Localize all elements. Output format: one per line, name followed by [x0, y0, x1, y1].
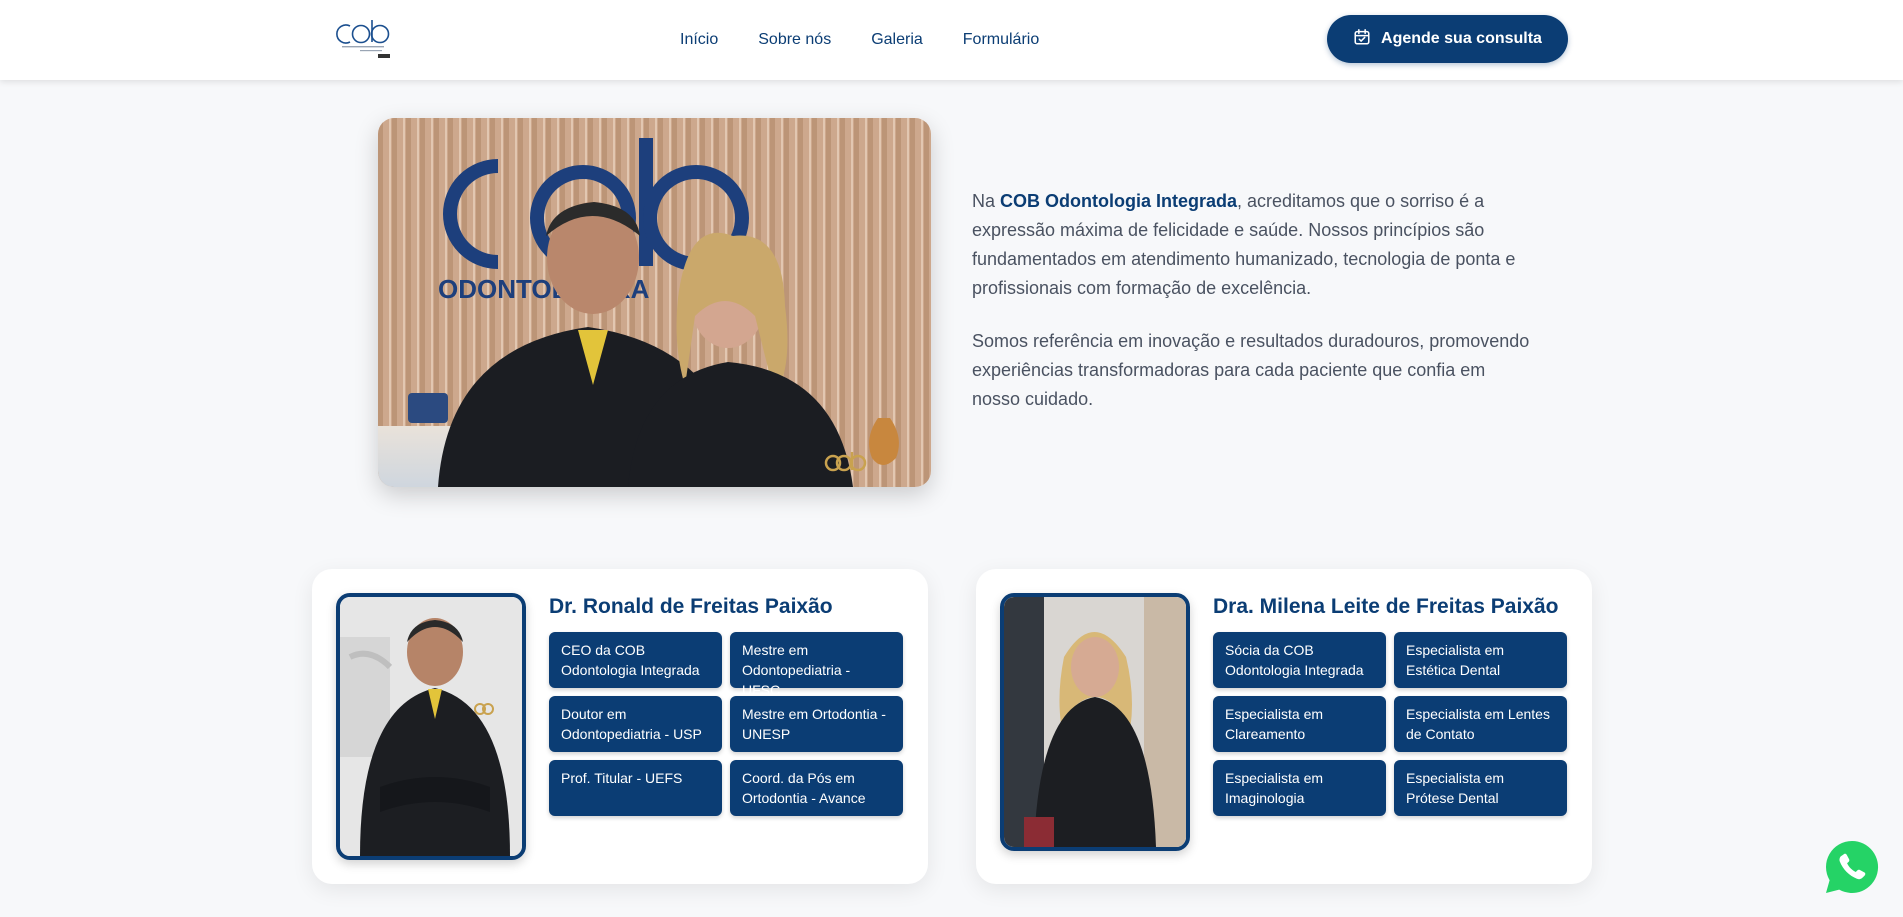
credential-tag: Prof. Titular - UEFS: [549, 760, 722, 816]
nav-galeria[interactable]: Galeria: [871, 31, 923, 49]
whatsapp-button[interactable]: [1823, 838, 1881, 896]
credential-tag: Mestre em Odontopediatria - UFSC: [730, 632, 903, 698]
credential-tag: Sócia da COB Odontologia Integrada: [1213, 632, 1386, 688]
schedule-button-label: Agende sua consulta: [1381, 30, 1542, 47]
whatsapp-icon: [1823, 840, 1881, 900]
credential-tag: Especialista em Prótese Dental: [1394, 760, 1567, 816]
about-intro: Na COB Odontologia Integrada, acreditamo…: [972, 187, 1532, 414]
cob-logo[interactable]: [334, 16, 396, 62]
credential-tag: Especialista em Imaginologia: [1213, 760, 1386, 816]
ronald-credentials: CEO da COB Odontologia Integrada Mestre …: [549, 632, 903, 816]
nav-inicio[interactable]: Início: [680, 31, 718, 49]
calendar-icon: [1353, 28, 1371, 51]
profile-card-ronald: Dr. Ronald de Freitas Paixão CEO da COB …: [312, 569, 928, 884]
site-header: Início Sobre nós Galeria Formulário Agen…: [0, 0, 1903, 80]
about-paragraph-1: Na COB Odontologia Integrada, acreditamo…: [972, 187, 1532, 303]
main-nav: Início Sobre nós Galeria Formulário: [680, 0, 1039, 80]
about-p1-prefix: Na: [972, 191, 1001, 211]
credential-tag: Especialista em Estética Dental: [1394, 632, 1567, 688]
nav-sobre-nos[interactable]: Sobre nós: [758, 31, 831, 49]
ronald-name: Dr. Ronald de Freitas Paixão: [549, 595, 833, 618]
profile-card-milena: Dra. Milena Leite de Freitas Paixão Sóci…: [976, 569, 1592, 884]
nav-formulario[interactable]: Formulário: [963, 31, 1039, 49]
credential-tag: Coord. da Pós em Ortodontia - Avance: [730, 760, 903, 816]
team-photo: ODONTOL EGRA: [378, 118, 931, 487]
milena-name: Dra. Milena Leite de Freitas Paixão: [1213, 595, 1559, 618]
credential-tag: Doutor em Odontopediatria - USP: [549, 696, 722, 752]
ronald-portrait: [336, 593, 526, 860]
schedule-appointment-button[interactable]: Agende sua consulta: [1327, 15, 1568, 63]
credential-tag: Especialista em Lentes de Contato: [1394, 696, 1567, 752]
credential-tag: Especialista em Clareamento: [1213, 696, 1386, 752]
credential-tag: Mestre em Ortodontia - UNESP: [730, 696, 903, 752]
credential-tag: CEO da COB Odontologia Integrada: [549, 632, 722, 688]
about-paragraph-2: Somos referência em inovação e resultado…: [972, 331, 1530, 409]
brand-name: COB Odontologia Integrada: [1000, 191, 1238, 211]
milena-credentials: Sócia da COB Odontologia Integrada Espec…: [1213, 632, 1567, 816]
milena-portrait: [1000, 593, 1190, 851]
